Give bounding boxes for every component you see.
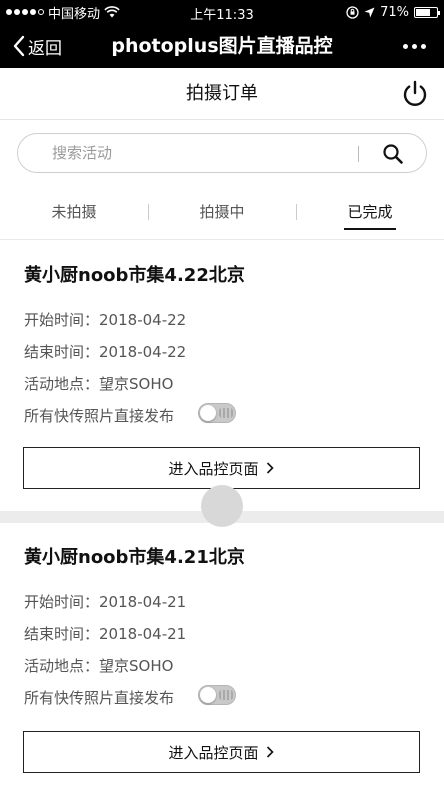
rotation-lock-icon: [346, 5, 359, 19]
chevron-right-icon: [266, 462, 274, 474]
chevron-left-icon: [13, 35, 25, 57]
end-time-label: 结束时间：: [24, 343, 100, 361]
tab-label: 未拍摄: [51, 203, 97, 221]
tab-label: 拍摄中: [199, 203, 245, 221]
location-arrow-icon: [364, 7, 375, 17]
chevron-right-icon: [266, 746, 274, 758]
tab-completed[interactable]: 已完成: [296, 190, 444, 236]
tab-shooting[interactable]: 拍摄中: [148, 190, 296, 236]
toggle-knob: [200, 687, 216, 703]
carrier-label: 中国移动: [48, 6, 101, 22]
toggle-track-pattern: [219, 408, 233, 418]
assistive-touch-button[interactable]: [201, 485, 243, 527]
enter-button-label: 进入品控页面: [168, 743, 259, 762]
end-time-row: 结束时间：2018-04-22: [24, 341, 186, 362]
tab-not-shot[interactable]: 未拍摄: [0, 190, 148, 236]
power-icon[interactable]: [400, 79, 430, 109]
page-header: 拍摄订单: [0, 68, 444, 120]
start-time-label: 开始时间：: [24, 593, 100, 611]
publish-label: 所有快传照片直接发布: [24, 689, 175, 707]
order-title: 黄小厨noob市集4.21北京: [24, 547, 245, 568]
toggle-track-pattern: [219, 690, 233, 700]
end-time-value: 2018-04-22: [99, 343, 187, 361]
order-status-tabs: 未拍摄 拍摄中 已完成: [0, 190, 444, 240]
start-time-label: 开始时间：: [24, 311, 100, 329]
status-left: 中国移动: [6, 0, 120, 24]
battery-icon: [414, 6, 440, 18]
end-time-value: 2018-04-21: [99, 625, 187, 643]
more-button[interactable]: [396, 24, 432, 68]
status-bar: 中国移动 上午11:33 71%: [0, 0, 444, 24]
enter-quality-control-button[interactable]: 进入品控页面: [23, 731, 420, 773]
nav-title: photoplus图片直播品控: [111, 35, 333, 57]
order-title: 黄小厨noob市集4.22北京: [24, 265, 245, 286]
location-row: 活动地点：望京SOHO: [24, 373, 173, 394]
tab-label: 已完成: [347, 203, 393, 221]
order-card: 黄小厨noob市集4.21北京 开始时间：2018-04-21 结束时间：201…: [0, 523, 444, 790]
start-time-value: 2018-04-22: [99, 311, 187, 329]
start-time-row: 开始时间：2018-04-21: [24, 591, 186, 612]
search-icon[interactable]: [382, 143, 404, 165]
location-value: 望京SOHO: [99, 657, 174, 675]
back-button[interactable]: 返回: [12, 24, 62, 68]
signal-strength-icon: [6, 9, 44, 15]
battery-percent: 71%: [380, 4, 409, 20]
start-time-row: 开始时间：2018-04-22: [24, 309, 186, 330]
end-time-row: 结束时间：2018-04-21: [24, 623, 186, 644]
publish-label: 所有快传照片直接发布: [24, 407, 175, 425]
search-bar: [17, 133, 427, 173]
location-label: 活动地点：: [24, 375, 100, 393]
location-value: 望京SOHO: [99, 375, 174, 393]
publish-toggle[interactable]: [198, 685, 236, 705]
status-right: 71%: [346, 0, 440, 24]
wifi-icon: [104, 6, 120, 18]
more-dot-icon: [420, 43, 426, 49]
battery-level: [416, 8, 431, 16]
end-time-label: 结束时间：: [24, 625, 100, 643]
search-input[interactable]: [52, 142, 352, 164]
publish-toggle[interactable]: [198, 403, 236, 423]
location-row: 活动地点：望京SOHO: [24, 655, 173, 676]
order-card: 黄小厨noob市集4.22北京 开始时间：2018-04-22 结束时间：201…: [0, 241, 444, 511]
search-divider: [358, 146, 359, 162]
location-label: 活动地点：: [24, 657, 100, 675]
enter-quality-control-button[interactable]: 进入品控页面: [23, 447, 420, 489]
enter-button-label: 进入品控页面: [168, 459, 259, 478]
page-title: 拍摄订单: [186, 83, 258, 104]
back-label: 返回: [28, 38, 62, 59]
toggle-knob: [200, 405, 216, 421]
more-dot-icon: [411, 43, 417, 49]
more-dot-icon: [402, 43, 408, 49]
active-tab-indicator: [344, 228, 396, 230]
start-time-value: 2018-04-21: [99, 593, 187, 611]
nav-bar: 返回 photoplus图片直播品控: [0, 24, 444, 68]
